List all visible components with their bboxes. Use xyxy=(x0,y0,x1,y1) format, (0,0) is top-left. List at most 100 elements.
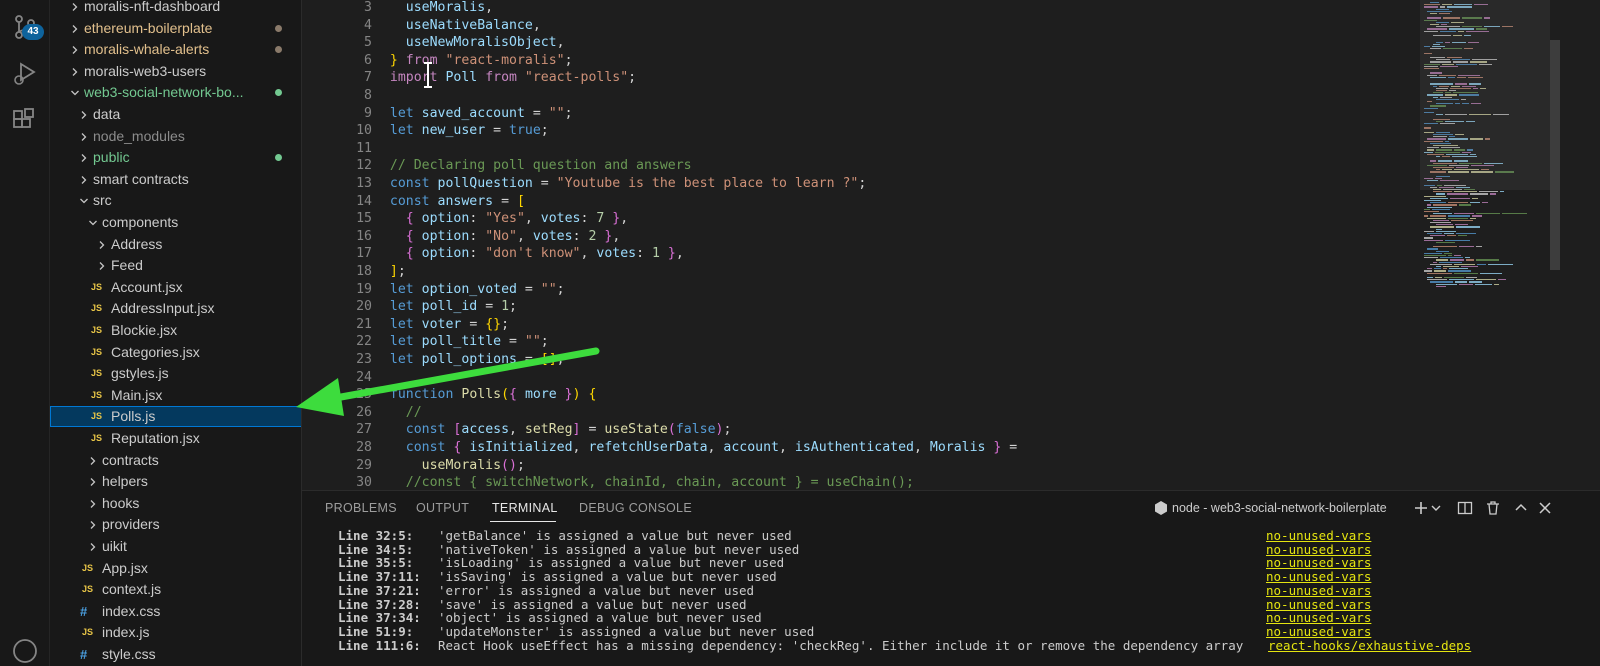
chevron-up-icon[interactable] xyxy=(1512,499,1530,517)
explorer-item[interactable]: ethereum-boilerplate xyxy=(50,18,301,39)
explorer-item[interactable]: uikit xyxy=(50,536,301,557)
minimap-stroke xyxy=(1498,279,1506,281)
lint-rule-link[interactable]: no-unused-vars xyxy=(1266,584,1371,598)
code-line[interactable]: 9 let saved_account = ""; xyxy=(302,105,1412,123)
code-line[interactable]: 5 useNewMoralisObject, xyxy=(302,34,1412,52)
explorer-item[interactable]: contracts xyxy=(50,450,301,471)
lint-message: 'object' is assigned a value but never u… xyxy=(438,610,762,626)
lint-rule-link[interactable]: react-hooks/exhaustive-deps xyxy=(1268,638,1471,653)
code-line[interactable]: 21 let voter = {}; xyxy=(302,316,1412,334)
code-line[interactable]: 14 const answers = [ xyxy=(302,193,1412,211)
explorer-item[interactable]: JS Blockie.jsx xyxy=(50,320,301,341)
chevron-down-icon[interactable] xyxy=(1430,499,1442,517)
explorer-item-label: Main.jsx xyxy=(111,386,163,403)
explorer-item[interactable]: src xyxy=(50,190,301,211)
code-line[interactable]: 17 { option: "don't know", votes: 1 }, xyxy=(302,245,1412,263)
code-token: ; xyxy=(509,299,517,315)
code-line[interactable]: 24 xyxy=(302,369,1412,387)
explorer-item[interactable]: JS App.jsx xyxy=(50,558,301,579)
explorer-item[interactable]: # index.css xyxy=(50,601,301,622)
code-line[interactable]: 11 xyxy=(302,140,1412,158)
explorer-item[interactable]: JS Account.jsx xyxy=(50,277,301,298)
accounts-icon[interactable] xyxy=(10,636,40,666)
tab-debug-console[interactable]: DEBUG CONSOLE xyxy=(579,501,692,515)
explorer-item[interactable]: web3-social-network-bo... xyxy=(50,82,301,103)
lint-rule-link[interactable]: no-unused-vars xyxy=(1266,611,1371,625)
code-line[interactable]: 26 // xyxy=(302,404,1412,422)
explorer-item[interactable]: helpers xyxy=(50,471,301,492)
terminal-name[interactable]: node - web3-social-network-boilerplate xyxy=(1172,501,1387,515)
code-line[interactable]: 18 ]; xyxy=(302,263,1412,281)
lint-rule-link[interactable]: no-unused-vars xyxy=(1266,570,1371,584)
explorer-item[interactable]: node_modules xyxy=(50,126,301,147)
explorer-item[interactable]: JS AddressInput.jsx xyxy=(50,298,301,319)
code-editor[interactable]: 3 useMoralis, 4 useNativeBalance, 5 useNew… xyxy=(302,0,1600,490)
code-line[interactable]: 3 useMoralis, xyxy=(302,0,1412,17)
code-line[interactable]: 6 } from "react-moralis"; xyxy=(302,52,1412,70)
explorer-item[interactable]: components xyxy=(50,212,301,233)
code-line[interactable]: 27 const [access, setReg] = useState(fal… xyxy=(302,421,1412,439)
code-line[interactable]: 30 //const { switchNetwork, chainId, cha… xyxy=(302,474,1412,490)
trash-icon[interactable] xyxy=(1484,499,1502,517)
code-line[interactable]: 28 const { isInitialized, refetchUserDat… xyxy=(302,439,1412,457)
run-debug-icon[interactable] xyxy=(10,58,40,88)
new-terminal-icon[interactable] xyxy=(1412,499,1430,517)
code-token: "don't know" xyxy=(485,246,581,262)
explorer-item[interactable]: hooks xyxy=(50,493,301,514)
minimap-stroke xyxy=(1448,270,1471,272)
explorer-item[interactable]: moralis-whale-alerts xyxy=(50,39,301,60)
lint-rule-link[interactable]: no-unused-vars xyxy=(1266,529,1371,543)
code-token: useNativeBalance xyxy=(405,17,533,33)
minimap-viewport[interactable] xyxy=(1420,0,1550,190)
explorer-item[interactable]: public xyxy=(50,147,301,168)
lint-rule-link[interactable]: no-unused-vars xyxy=(1266,556,1371,570)
explorer-item[interactable]: moralis-web3-users xyxy=(50,61,301,82)
code-token: { xyxy=(405,228,414,244)
explorer-item-label: src xyxy=(93,192,112,209)
explorer-item[interactable]: JS context.js xyxy=(50,579,301,600)
code-line[interactable]: 12 // Declaring poll question and answer… xyxy=(302,157,1412,175)
code-line[interactable]: 23 let poll_options = []; xyxy=(302,351,1412,369)
explorer-item[interactable]: # style.css xyxy=(50,644,301,665)
code-line[interactable]: 10 let new_user = true; xyxy=(302,122,1412,140)
code-line[interactable]: 16 { option: "No", votes: 2 }, xyxy=(302,228,1412,246)
explorer-item[interactable]: JS Categories.jsx xyxy=(50,342,301,363)
explorer-item[interactable]: JS index.js xyxy=(50,622,301,643)
code-line[interactable]: 15 { option: "Yes", votes: 7 }, xyxy=(302,210,1412,228)
explorer-item[interactable]: JS Polls.js xyxy=(50,406,301,428)
lint-rule-link[interactable]: no-unused-vars xyxy=(1266,597,1371,612)
explorer-item[interactable]: moralis-nft-dashboard xyxy=(50,0,301,17)
code-token: { xyxy=(509,387,517,403)
code-line[interactable]: 19 let option_voted = ""; xyxy=(302,281,1412,299)
explorer-item[interactable]: JS Reputation.jsx xyxy=(50,428,301,449)
tab-output[interactable]: OUTPUT xyxy=(416,501,469,515)
split-terminal-icon[interactable] xyxy=(1456,499,1474,517)
code-line[interactable]: 13 const pollQuestion = "Youtube is the … xyxy=(302,175,1412,193)
tab-problems[interactable]: PROBLEMS xyxy=(325,501,397,515)
code-line[interactable]: 20 let poll_id = 1; xyxy=(302,298,1412,316)
code-line[interactable]: 25 function Polls({ more }) { xyxy=(302,386,1412,404)
explorer-item[interactable]: JS Main.jsx xyxy=(50,385,301,406)
code-line[interactable]: 4 useNativeBalance, xyxy=(302,17,1412,35)
lint-rule-link[interactable]: no-unused-vars xyxy=(1266,542,1371,557)
code-token: , xyxy=(620,211,629,227)
code-line[interactable]: 29 useMoralis(); xyxy=(302,457,1412,475)
close-icon[interactable] xyxy=(1536,499,1554,517)
code-line[interactable]: 22 let poll_title = ""; xyxy=(302,333,1412,351)
code-line[interactable]: 8 xyxy=(302,87,1412,105)
explorer-item[interactable]: JS gstyles.js xyxy=(50,363,301,384)
explorer-item[interactable]: data xyxy=(50,104,301,125)
extensions-icon[interactable] xyxy=(10,106,40,136)
explorer-item[interactable]: providers xyxy=(50,514,301,535)
code-line[interactable]: 7 import Poll from "react-polls"; xyxy=(302,69,1412,87)
explorer-item[interactable]: smart contracts xyxy=(50,169,301,190)
editor-scrollbar[interactable] xyxy=(1550,40,1560,270)
lint-rule-link[interactable]: no-unused-vars xyxy=(1266,625,1371,639)
explorer-item[interactable]: Address xyxy=(50,234,301,255)
explorer-item[interactable]: Feed xyxy=(50,255,301,276)
explorer-item-label: hooks xyxy=(102,494,140,511)
tab-terminal[interactable]: TERMINAL xyxy=(492,501,558,515)
